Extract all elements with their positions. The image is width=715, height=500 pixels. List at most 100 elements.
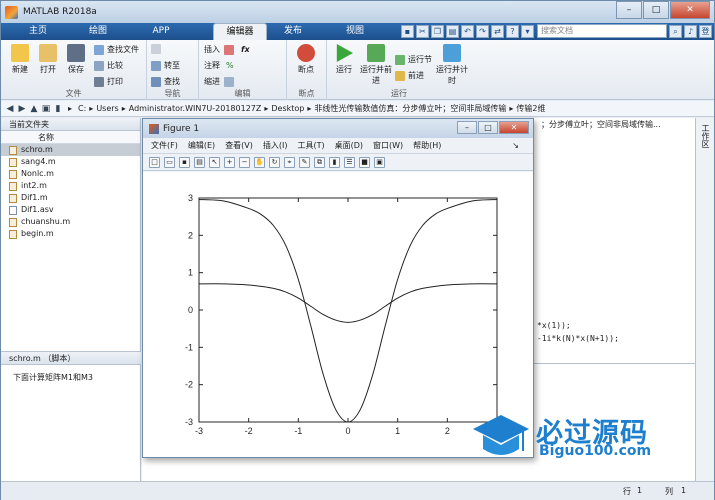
- menu-help[interactable]: 帮助(H): [413, 140, 441, 151]
- file-item[interactable]: Nonlc.m: [1, 168, 140, 180]
- path-segment[interactable]: 传输2维: [516, 103, 545, 114]
- insert-button[interactable]: 插入 fx: [204, 44, 250, 55]
- find-files-button[interactable]: 查找文件: [94, 44, 139, 55]
- menu-view[interactable]: 查看(V): [225, 140, 253, 151]
- tab-view[interactable]: 视图: [329, 23, 381, 40]
- run-section-label: 运行节: [408, 55, 432, 64]
- hide-tools-icon[interactable]: ■: [359, 156, 370, 168]
- code-line[interactable]: *x(1));: [537, 321, 571, 330]
- figure-close-button[interactable]: ✕: [499, 121, 529, 134]
- pointer-icon[interactable]: ↖: [209, 156, 220, 168]
- colorbar-icon[interactable]: ▮: [329, 156, 340, 168]
- back-icon[interactable]: ◀: [5, 104, 15, 114]
- save-button[interactable]: 保存: [63, 44, 89, 75]
- menu-desktop[interactable]: 桌面(D): [335, 140, 363, 151]
- save-icon[interactable]: ▪: [401, 24, 414, 38]
- up-folder-icon[interactable]: ▲: [29, 104, 39, 114]
- switch-window-icon[interactable]: ⇄: [491, 24, 504, 38]
- find-button[interactable]: 查找: [151, 76, 180, 87]
- paste-icon[interactable]: ▤: [446, 24, 459, 38]
- file-name: sang4.m: [21, 157, 56, 166]
- minimize-button[interactable]: –: [616, 1, 642, 19]
- help-icon[interactable]: ?: [506, 24, 519, 38]
- tab-plots[interactable]: 绘图: [73, 23, 123, 40]
- menu-edit[interactable]: 编辑(E): [188, 140, 215, 151]
- pan-hand-icon[interactable]: ✋: [254, 156, 265, 168]
- search-input[interactable]: 搜索文档: [537, 24, 667, 38]
- goto-button[interactable]: 转至: [151, 60, 180, 71]
- breakpoints-button[interactable]: 断点: [293, 44, 319, 75]
- path-segment[interactable]: Users: [96, 104, 118, 113]
- redo-icon[interactable]: ↷: [476, 24, 489, 38]
- watermark-url: Biguo100.com: [539, 443, 652, 459]
- file-item[interactable]: int2.m: [1, 180, 140, 192]
- menu-tools[interactable]: 工具(T): [297, 140, 324, 151]
- code-line[interactable]: -1i*k(N)*x(N+1));: [537, 334, 619, 343]
- menu-insert[interactable]: 插入(I): [263, 140, 288, 151]
- file-item[interactable]: begin.m: [1, 228, 140, 240]
- new-figure-icon[interactable]: □: [149, 156, 160, 168]
- advance-button[interactable]: 前进: [395, 70, 424, 81]
- tab-publish[interactable]: 发布: [269, 23, 317, 40]
- figure-toolbar: □ ▭ ▪ ▤ ↖ + − ✋ ↻ ⌖ ✎ ⧉ ▮ ☰ ■ ▣: [143, 154, 533, 171]
- new-button[interactable]: 新建: [7, 44, 33, 75]
- file-item[interactable]: sang4.m: [1, 156, 140, 168]
- file-item[interactable]: chuanshu.m: [1, 216, 140, 228]
- path-segment[interactable]: Administrator.WIN7U-20180127Z: [129, 104, 262, 113]
- run-time-button[interactable]: 运行并计时: [435, 44, 469, 86]
- file-item[interactable]: Dif1.m: [1, 192, 140, 204]
- tab-home[interactable]: 主页: [15, 23, 61, 40]
- data-cursor-icon[interactable]: ⌖: [284, 156, 295, 168]
- file-item[interactable]: schro.m: [1, 144, 140, 156]
- breakpoint-icon: [297, 44, 315, 62]
- tab-apps[interactable]: APP: [135, 23, 187, 40]
- figure-maximize-button[interactable]: □: [478, 121, 498, 134]
- menu-window[interactable]: 窗口(W): [373, 140, 403, 151]
- address-bar[interactable]: ◀ ▶ ▲ ▣ ▮ ▸ C: ▸ Users ▸ Administrator.W…: [1, 101, 714, 117]
- name-column-header[interactable]: 名称: [1, 131, 140, 144]
- print-figure-icon[interactable]: ▤: [194, 156, 205, 168]
- zoom-in-icon[interactable]: +: [224, 156, 235, 168]
- path-segment[interactable]: Desktop: [271, 104, 304, 113]
- figure-window[interactable]: Figure 1 – □ ✕ 文件(F) 编辑(E) 查看(V) 插入(I) 工…: [142, 118, 534, 458]
- compare-button[interactable]: 比较: [94, 60, 123, 71]
- tab-editor[interactable]: 编辑器: [213, 23, 267, 40]
- legend-icon[interactable]: ☰: [344, 156, 355, 168]
- close-button[interactable]: ✕: [670, 1, 710, 19]
- dock-icon[interactable]: ▣: [374, 156, 385, 168]
- rotate-icon[interactable]: ↻: [269, 156, 280, 168]
- run-section-button[interactable]: 运行节: [395, 54, 432, 65]
- forward-icon[interactable]: ▶: [17, 104, 27, 114]
- open-file-icon[interactable]: ▭: [164, 156, 175, 168]
- new-label: 新建: [12, 65, 28, 74]
- link-icon[interactable]: ⧉: [314, 156, 325, 168]
- menu-arrow-icon[interactable]: ↘: [512, 141, 519, 150]
- y-tick-label: 2: [188, 230, 193, 240]
- browse-folder-icon[interactable]: ▣: [41, 104, 51, 114]
- print-button[interactable]: 打印: [94, 76, 123, 87]
- path-segment[interactable]: 非线性光传输数值仿真：分步傅立叶；空间非局域传输: [314, 103, 506, 114]
- comment-button[interactable]: 注释%: [204, 60, 234, 71]
- run-advance-button[interactable]: 运行并前进: [359, 44, 393, 86]
- workspace-label[interactable]: 工作区: [700, 124, 711, 148]
- brush-icon[interactable]: ✎: [299, 156, 310, 168]
- bell-icon[interactable]: ♪: [684, 24, 697, 38]
- open-button[interactable]: 打开: [35, 44, 61, 75]
- cut-icon[interactable]: ✂: [416, 24, 429, 38]
- path-segment[interactable]: C:: [78, 104, 86, 113]
- copy-icon[interactable]: ❐: [431, 24, 444, 38]
- menu-file[interactable]: 文件(F): [151, 140, 178, 151]
- help-dropdown-icon[interactable]: ▾: [521, 24, 534, 38]
- stopwatch-icon: [443, 44, 461, 62]
- login-link[interactable]: 登录: [699, 24, 712, 47]
- back-disabled-button[interactable]: [151, 44, 164, 54]
- zoom-out-icon[interactable]: −: [239, 156, 250, 168]
- file-item[interactable]: Dif1.asv: [1, 204, 140, 216]
- maximize-button[interactable]: □: [643, 1, 669, 19]
- run-button[interactable]: 运行: [331, 44, 357, 75]
- search-icon[interactable]: ⌕: [669, 24, 682, 38]
- indent-button[interactable]: 缩进: [204, 76, 237, 87]
- undo-icon[interactable]: ↶: [461, 24, 474, 38]
- figure-minimize-button[interactable]: –: [457, 121, 477, 134]
- save-figure-icon[interactable]: ▪: [179, 156, 190, 168]
